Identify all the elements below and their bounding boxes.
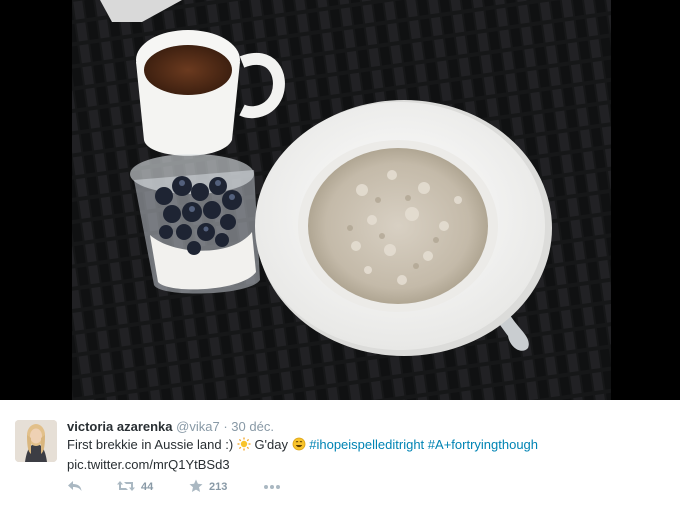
photo-backdrop [0,0,680,400]
tweet-date[interactable]: 30 déc. [231,419,274,434]
header-separator: · [223,419,228,434]
pic-link[interactable]: pic.twitter.com/mrQ1YtBSd3 [67,457,230,472]
retweet-icon [117,479,135,496]
smile-emoji-icon [292,437,306,456]
tweet-header: victoria azarenka @vika7 · 30 déc. [67,419,274,435]
sun-emoji-icon [237,437,251,456]
favorite-count: 213 [209,481,228,493]
hashtag-link[interactable]: #A+fortryingthough [428,437,538,452]
user-name[interactable]: victoria azarenka [67,419,173,434]
favorite-button[interactable]: 213 [189,479,227,495]
hashtag-link[interactable]: #ihopeispelleditright [309,437,424,452]
more-button[interactable] [263,479,281,495]
favorite-icon [189,479,203,496]
avatar[interactable] [15,420,57,462]
tweet-text-part1: First brekkie in Aussie land :) [67,437,234,452]
tweet-text-part2: G'day [254,437,288,452]
tweet-text: First brekkie in Aussie land :) G'day #i… [67,436,627,474]
retweet-count: 44 [141,481,154,493]
reply-button[interactable] [67,479,83,495]
more-icon [263,481,281,493]
retweet-button[interactable]: 44 [117,479,153,495]
user-handle[interactable]: @vika7 [176,419,220,434]
reply-icon [67,479,83,496]
tweet-photo[interactable] [72,0,611,400]
